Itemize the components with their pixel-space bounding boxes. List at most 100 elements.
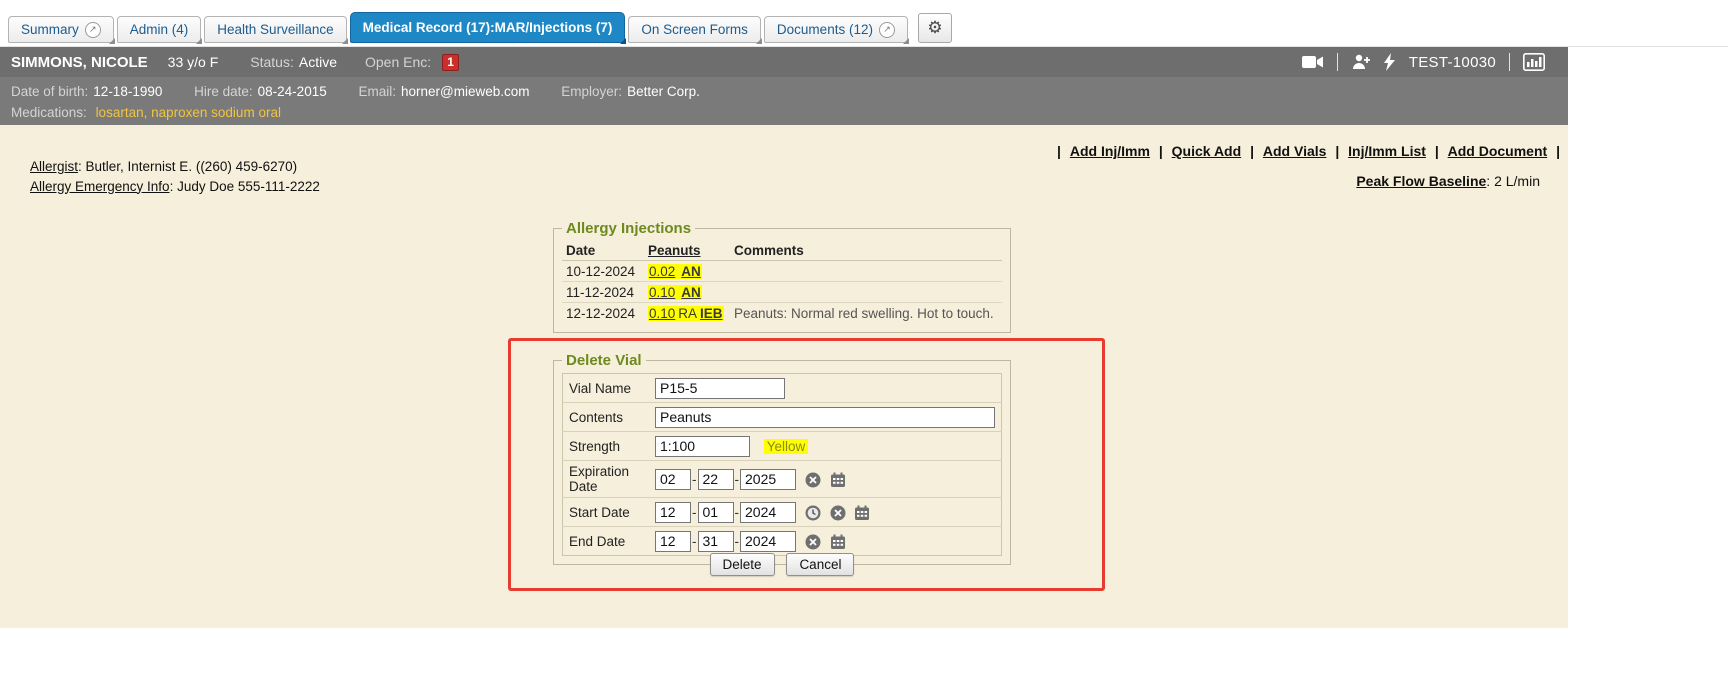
reaction-code-link[interactable]: IEB	[700, 306, 723, 321]
start-day-input[interactable]	[698, 502, 734, 523]
settings-gear-button[interactable]: ⚙	[918, 13, 952, 43]
reaction-code-link[interactable]: AN	[681, 264, 701, 279]
tab-summary-label: Summary	[21, 22, 79, 37]
allergy-contact-info: Allergist: Butler, Internist E. ((260) 4…	[30, 157, 320, 196]
injections-table: Date Peanuts Comments 10-12-2024 0.02AN …	[562, 241, 1002, 324]
date-separator: -	[735, 472, 740, 487]
clock-icon[interactable]	[805, 505, 821, 521]
clear-date-icon[interactable]	[805, 534, 821, 550]
medication-link-losartan[interactable]: losartan	[96, 105, 144, 120]
start-month-input[interactable]	[655, 502, 691, 523]
quick-add-link[interactable]: Quick Add	[1172, 143, 1242, 159]
tab-health-surveillance-label: Health Surveillance	[217, 22, 333, 37]
tab-documents[interactable]: Documents (12) ↗	[764, 16, 908, 43]
dose-highlight: 0.10RAIEB	[648, 306, 724, 321]
tab-medical-record[interactable]: Medical Record (17):MAR/Injections (7)	[350, 12, 626, 43]
medication-link-naproxen[interactable]: naproxen sodium oral	[151, 105, 281, 120]
inj-imm-list-link[interactable]: Inj/Imm List	[1348, 143, 1426, 159]
start-date-label: Start Date	[563, 498, 650, 527]
medications-label: Medications:	[11, 105, 87, 120]
strength-label: Strength	[563, 432, 650, 461]
patient-id: TEST-10030	[1409, 54, 1496, 71]
dose-highlight: 0.10 AN	[648, 285, 702, 300]
expiration-day-input[interactable]	[698, 469, 734, 490]
cancel-button[interactable]: Cancel	[786, 553, 854, 576]
tab-medical-record-label: Medical Record (17):MAR/Injections (7)	[363, 20, 613, 35]
date-separator: -	[692, 534, 697, 549]
peak-flow-link[interactable]: Peak Flow Baseline	[1356, 173, 1486, 189]
dob-value: 12-18-1990	[93, 82, 162, 101]
contents-label: Contents	[563, 403, 650, 432]
dose-link[interactable]: 0.10	[649, 285, 675, 300]
tab-admin[interactable]: Admin (4)	[117, 16, 202, 43]
hire-date-value: 08-24-2015	[258, 82, 327, 101]
add-person-icon[interactable]	[1351, 54, 1371, 70]
expiration-year-input[interactable]	[740, 469, 796, 490]
expiration-month-input[interactable]	[655, 469, 691, 490]
end-date-label: End Date	[563, 527, 650, 556]
calendar-icon[interactable]	[830, 534, 846, 550]
status-label: Status:	[250, 54, 294, 70]
clear-date-icon[interactable]	[805, 472, 821, 488]
strength-color-note: Yellow	[764, 439, 809, 454]
open-enc-badge[interactable]: 1	[442, 54, 459, 71]
external-link-icon[interactable]: ↗	[879, 22, 895, 38]
allergist-link[interactable]: Allergist	[30, 159, 78, 174]
start-year-input[interactable]	[740, 502, 796, 523]
lightning-bolt-icon[interactable]	[1384, 53, 1396, 71]
employer-label: Employer:	[561, 82, 622, 101]
date-separator: -	[692, 505, 697, 520]
dose-link[interactable]: 0.02	[649, 264, 675, 279]
separator: |	[1435, 143, 1439, 159]
status-value: Active	[299, 54, 337, 70]
injection-date: 11-12-2024	[562, 282, 644, 303]
allergy-emergency-info-link[interactable]: Allergy Emergency Info	[30, 179, 170, 194]
dob-label: Date of birth:	[11, 82, 88, 101]
clear-date-icon[interactable]	[830, 505, 846, 521]
peak-flow-value: : 2 L/min	[1486, 173, 1540, 189]
delete-button[interactable]: Delete	[710, 553, 775, 576]
end-month-input[interactable]	[655, 531, 691, 552]
tab-on-screen-forms[interactable]: On Screen Forms	[628, 16, 761, 43]
divider	[1337, 53, 1338, 71]
medication-separator: ,	[144, 105, 148, 120]
calendar-icon[interactable]	[854, 505, 870, 521]
calendar-icon[interactable]	[830, 472, 846, 488]
add-document-link[interactable]: Add Document	[1448, 143, 1548, 159]
tab-bar: Summary ↗ Admin (4) Health Surveillance …	[0, 0, 1728, 47]
add-inj-imm-link[interactable]: Add Inj/Imm	[1070, 143, 1150, 159]
injection-comments	[730, 282, 1002, 303]
injection-comments: Peanuts: Normal red swelling. Hot to tou…	[730, 303, 1002, 324]
injection-date: 10-12-2024	[562, 261, 644, 282]
allergy-injections-section: Allergy Injections Date Peanuts Comments…	[553, 220, 1011, 333]
tab-health-surveillance[interactable]: Health Surveillance	[204, 16, 346, 43]
tab-admin-label: Admin (4)	[130, 22, 189, 37]
separator: |	[1250, 143, 1254, 159]
allergy-injections-title: Allergy Injections	[562, 220, 695, 237]
injection-date: 12-12-2024	[562, 303, 644, 324]
tab-on-screen-forms-label: On Screen Forms	[641, 22, 748, 37]
email-value: horner@mieweb.com	[401, 82, 530, 101]
add-vials-link[interactable]: Add Vials	[1263, 143, 1327, 159]
column-header-peanuts-link[interactable]: Peanuts	[648, 243, 701, 258]
end-year-input[interactable]	[740, 531, 796, 552]
injection-row: 12-12-2024 0.10RAIEB Peanuts: Normal red…	[562, 303, 1002, 324]
dose-link[interactable]: 0.10	[649, 306, 675, 321]
reaction-code-link[interactable]: AN	[681, 285, 701, 300]
peak-flow-baseline: Peak Flow Baseline: 2 L/min	[1356, 173, 1540, 189]
strength-input[interactable]	[655, 436, 750, 457]
contents-input[interactable]	[655, 407, 995, 428]
separator: |	[1335, 143, 1339, 159]
tab-summary[interactable]: Summary ↗	[8, 16, 114, 43]
end-day-input[interactable]	[698, 531, 734, 552]
expiration-date-label: Expiration Date	[563, 461, 650, 498]
video-camera-icon[interactable]	[1302, 55, 1324, 69]
dose-highlight: 0.02 AN	[648, 264, 702, 279]
injection-row: 10-12-2024 0.02 AN	[562, 261, 1002, 282]
external-link-icon[interactable]: ↗	[85, 22, 101, 38]
reaction-text: RA	[678, 306, 697, 321]
email-label: Email:	[358, 82, 396, 101]
vial-name-input[interactable]	[655, 378, 785, 399]
delete-vial-title: Delete Vial	[562, 352, 646, 369]
bar-chart-icon[interactable]	[1523, 53, 1545, 71]
